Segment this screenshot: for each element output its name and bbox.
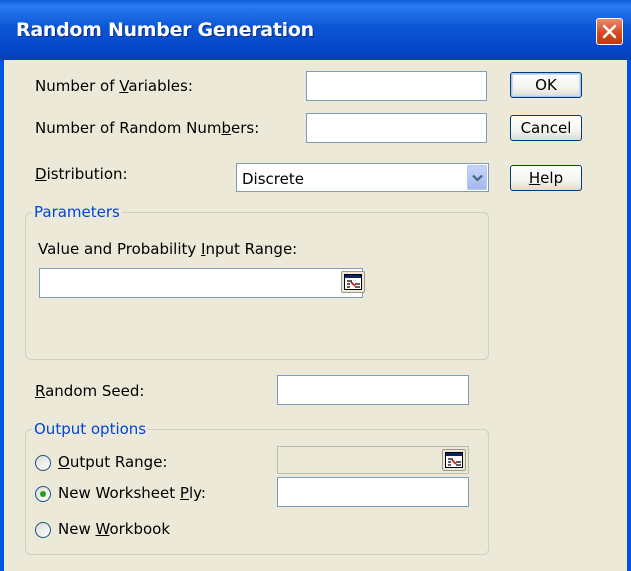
- close-button[interactable]: [596, 18, 623, 45]
- random-seed-input[interactable]: [277, 375, 469, 405]
- collapse-dialog-icon: [445, 452, 463, 468]
- close-icon: [602, 24, 617, 39]
- chevron-down-icon: [472, 174, 483, 182]
- help-button[interactable]: Help: [510, 165, 582, 191]
- ok-button[interactable]: OK: [510, 72, 582, 98]
- distribution-value: Discrete: [242, 170, 304, 188]
- output-range-radio[interactable]: [35, 455, 51, 471]
- output-range-range-button[interactable]: [442, 449, 466, 471]
- new-worksheet-ply-input[interactable]: [277, 477, 469, 507]
- output-options-group-title: Output options: [32, 420, 149, 438]
- radio-selected-dot: [40, 491, 46, 497]
- value-probability-input[interactable]: [39, 268, 363, 298]
- num-variables-input[interactable]: [306, 71, 487, 101]
- output-range-label: Output Range:: [58, 453, 168, 471]
- collapse-dialog-icon: [344, 274, 362, 290]
- new-workbook-label: New Workbook: [58, 520, 171, 538]
- cancel-button[interactable]: Cancel: [510, 115, 582, 141]
- dialog-window: Random Number Generation Number of Varia…: [0, 0, 631, 571]
- dropdown-arrow[interactable]: [467, 165, 487, 190]
- value-probability-label: Value and Probability Input Range:: [38, 240, 298, 258]
- num-random-label: Number of Random Numbers:: [35, 119, 260, 137]
- title-bar[interactable]: Random Number Generation: [0, 0, 631, 60]
- parameters-group-title: Parameters: [32, 203, 122, 221]
- value-probability-range-button[interactable]: [341, 271, 365, 293]
- dialog-title: Random Number Generation: [16, 19, 314, 41]
- new-workbook-radio[interactable]: [35, 522, 51, 538]
- new-worksheet-ply-label: New Worksheet Ply:: [58, 484, 206, 502]
- distribution-select[interactable]: Discrete: [236, 163, 489, 192]
- new-worksheet-ply-radio[interactable]: [35, 486, 51, 502]
- num-random-input[interactable]: [306, 113, 487, 143]
- output-range-input[interactable]: [277, 446, 469, 474]
- random-seed-label: Random Seed:: [35, 382, 145, 400]
- distribution-label: Distribution:: [35, 165, 128, 183]
- num-variables-label: Number of Variables:: [35, 77, 193, 95]
